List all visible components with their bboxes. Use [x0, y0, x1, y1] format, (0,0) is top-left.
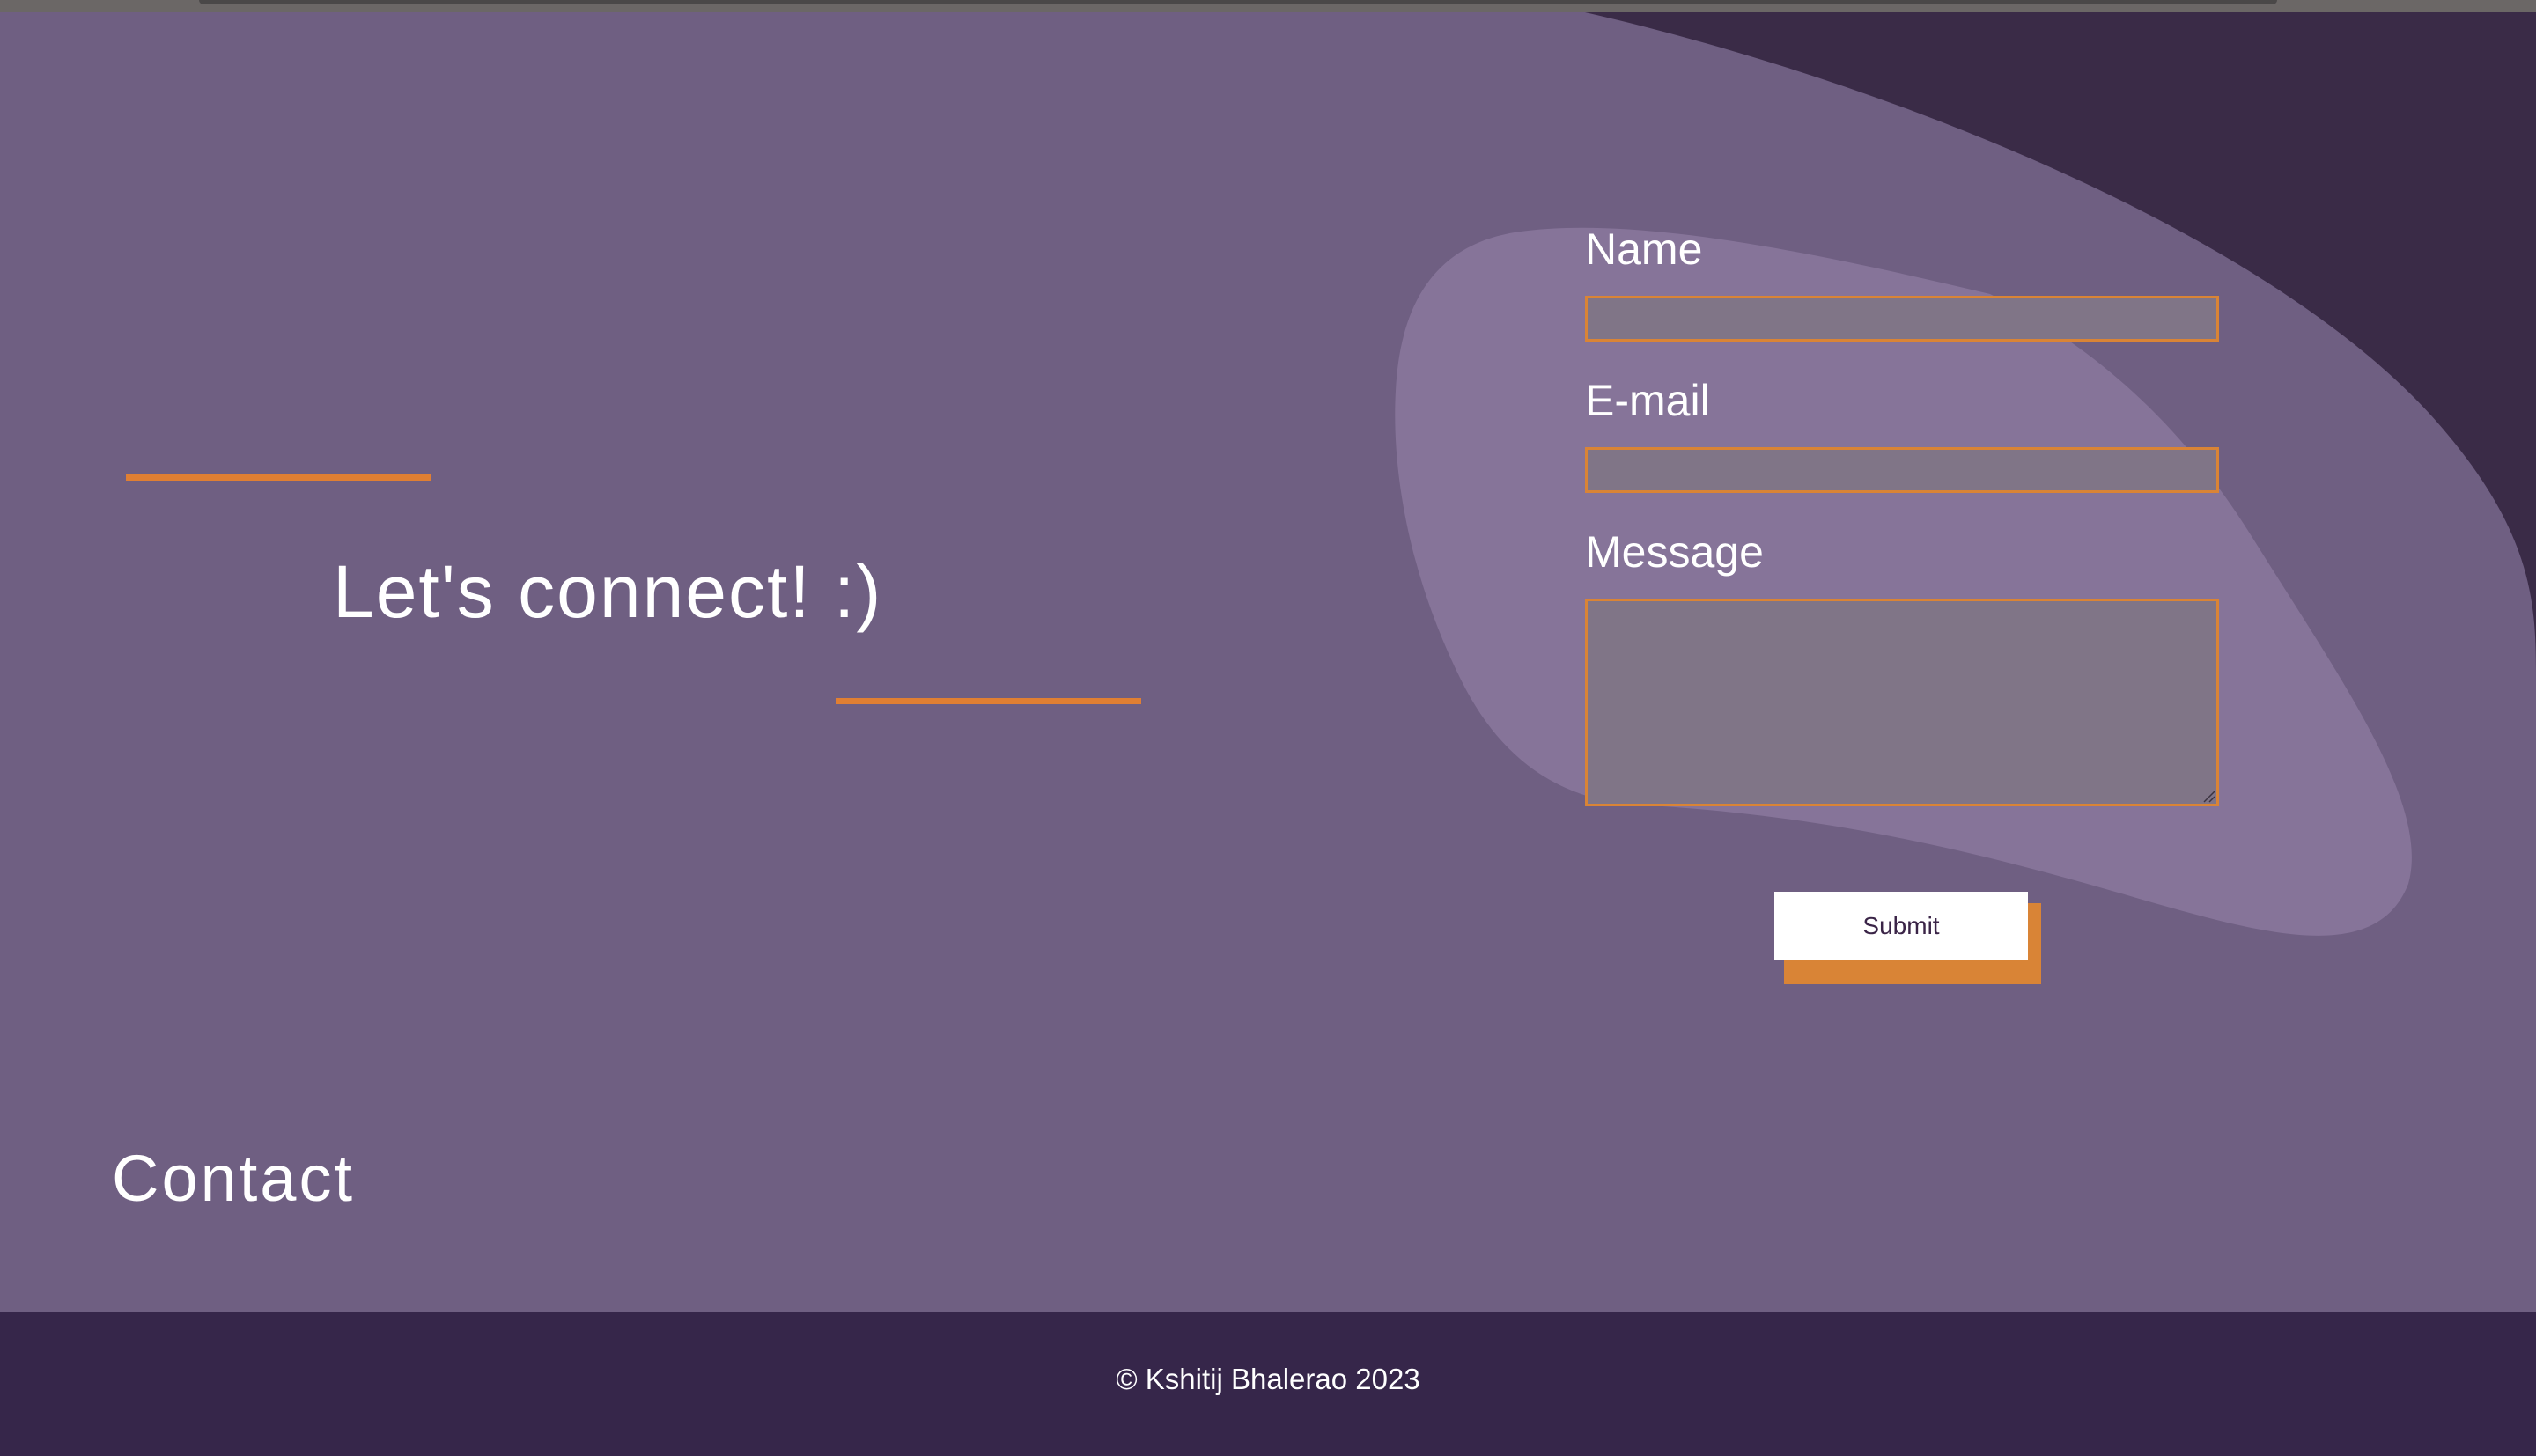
tagline-heading: Let's connect! :) — [333, 550, 883, 633]
footer: © Kshitij Bhalerao 2023 — [0, 1312, 2536, 1456]
name-input[interactable] — [1585, 296, 2219, 342]
submit-button[interactable]: Submit — [1774, 892, 2028, 960]
accent-line-bottom — [836, 698, 1141, 704]
resize-handle-icon[interactable] — [2201, 789, 2215, 803]
browser-top-strip-inner — [199, 0, 2277, 4]
copyright-text: © Kshitij Bhalerao 2023 — [1116, 1363, 1420, 1395]
contact-section: Let's connect! :) Contact Name E-mail Me… — [0, 12, 2536, 1312]
message-label: Message — [1585, 527, 1764, 577]
section-title: Contact — [112, 1142, 356, 1215]
message-textarea[interactable] — [1585, 599, 2219, 806]
browser-top-strip — [0, 0, 2536, 12]
name-label: Name — [1585, 224, 1703, 274]
accent-line-top — [126, 474, 431, 481]
email-label: E-mail — [1585, 376, 1710, 425]
email-input[interactable] — [1585, 447, 2219, 493]
